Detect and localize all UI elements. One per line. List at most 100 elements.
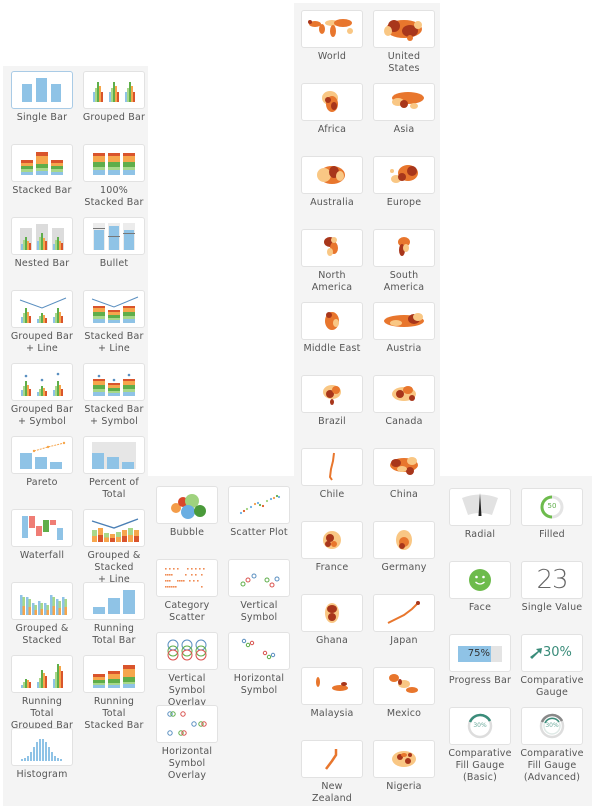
chart-type-face[interactable]: Face <box>444 561 516 614</box>
chart-type-label: Comparative Fill Gauge (Basic) <box>448 748 512 783</box>
chart-type-ghana[interactable]: Ghana <box>296 594 368 647</box>
chart-type-label: Nested Bar <box>14 258 70 269</box>
chart-type-label: Grouped & Stacked + Line <box>87 550 141 585</box>
chart-type-vertical-symbol-overlay[interactable]: Vertical Symbol Overlay <box>151 632 223 709</box>
chart-type-label: Stacked Bar + Symbol <box>84 404 144 427</box>
chart-type-percent-of-total[interactable]: Percent of Total <box>78 436 150 501</box>
histogram-icon <box>11 728 73 766</box>
chart-type-histogram[interactable]: Histogram <box>6 728 78 781</box>
chart-type-pareto[interactable]: Pareto <box>6 436 78 489</box>
comparative-fill-gauge-advanced-icon: 30% <box>521 707 583 745</box>
chart-type-bubble[interactable]: Bubble <box>151 486 223 539</box>
china-icon <box>373 448 435 486</box>
chart-type-label: Africa <box>317 124 347 135</box>
chart-type-label: Comparative Fill Gauge (Advanced) <box>520 748 584 783</box>
chart-type-running-total-stacked-bar[interactable]: Running Total Stacked Bar <box>78 655 150 732</box>
stacked-bar-line-icon <box>83 290 145 328</box>
chart-type-japan[interactable]: Japan <box>368 594 440 647</box>
grouped-bar-line-icon <box>11 290 73 328</box>
chart-type-label: Filled <box>539 529 565 540</box>
chart-type-malaysia[interactable]: Malaysia <box>296 667 368 720</box>
chart-type-progress-bar[interactable]: 75% Progress Bar <box>444 634 516 687</box>
chart-type-radial[interactable]: Radial <box>444 488 516 541</box>
chart-type-comparative-fill-gauge-basic[interactable]: 30% Comparative Fill Gauge (Basic) <box>444 707 516 784</box>
stacked-bar-icon <box>11 144 73 182</box>
nested-bar-icon <box>11 217 73 255</box>
chart-type-china[interactable]: China <box>368 448 440 501</box>
chart-type-waterfall[interactable]: Waterfall <box>6 509 78 562</box>
chart-type-canada[interactable]: Canada <box>368 375 440 428</box>
chart-type-filled[interactable]: 50 Filled <box>516 488 588 541</box>
map-chart-panel: World United States Africa Asia Australia Eur… <box>294 3 440 806</box>
progress-bar-value: 75% <box>467 648 490 659</box>
chart-type-grouped-bar-symbol[interactable]: Grouped Bar + Symbol <box>6 363 78 428</box>
chart-type-horizontal-symbol-overlay[interactable]: Horizontal Symbol Overlay <box>151 705 223 782</box>
chart-type-france[interactable]: France <box>296 521 368 574</box>
chile-icon <box>301 448 363 486</box>
chart-type-label: Progress Bar <box>448 675 512 686</box>
asia-icon <box>373 83 435 121</box>
chart-type-grouped-stacked[interactable]: Grouped & Stacked <box>6 582 78 647</box>
chart-type-single-bar[interactable]: Single Bar <box>6 71 78 124</box>
nigeria-icon <box>373 740 435 778</box>
chart-type-austria[interactable]: Austria <box>368 302 440 355</box>
chart-type-europe[interactable]: Europe <box>368 156 440 209</box>
chart-type-australia[interactable]: Australia <box>296 156 368 209</box>
mexico-icon <box>373 667 435 705</box>
chart-type-label: Middle East <box>303 343 361 354</box>
chart-type-stacked-bar[interactable]: Stacked Bar <box>6 144 78 197</box>
chart-type-vertical-symbol[interactable]: Vertical Symbol <box>223 559 295 624</box>
single-value-icon: 23 <box>521 561 583 599</box>
chart-type-new-zealand[interactable]: New Zealand <box>296 740 368 805</box>
chart-type-comparative-gauge[interactable]: 30% Comparative Gauge <box>516 634 588 699</box>
world-icon <box>301 10 363 48</box>
chart-type-middle-east[interactable]: Middle East <box>296 302 368 355</box>
chart-type-running-total-grouped-bar[interactable]: Running Total Grouped Bar <box>6 655 78 732</box>
brazil-icon <box>301 375 363 413</box>
chart-type-label: Malaysia <box>310 708 354 719</box>
chart-type-label: Vertical Symbol <box>240 600 278 623</box>
chart-type-stacked-bar-line[interactable]: Stacked Bar + Line <box>78 290 150 355</box>
chart-type-africa[interactable]: Africa <box>296 83 368 136</box>
chart-type-united-states[interactable]: United States <box>368 10 440 75</box>
chart-type-mexico[interactable]: Mexico <box>368 667 440 720</box>
europe-icon <box>373 156 435 194</box>
chart-type-comparative-fill-gauge-advanced[interactable]: 30% Comparative Fill Gauge (Advanced) <box>516 707 588 784</box>
chart-type-world[interactable]: World <box>296 10 368 63</box>
chart-type-grouped-stacked-line[interactable]: Grouped & Stacked + Line <box>78 509 150 586</box>
chart-type-label: Single Value <box>521 602 583 613</box>
france-icon <box>301 521 363 559</box>
chart-type-single-value[interactable]: 23 Single Value <box>516 561 588 614</box>
chart-type-south-america[interactable]: South America <box>368 229 440 294</box>
chart-type-asia[interactable]: Asia <box>368 83 440 136</box>
chart-type-germany[interactable]: Germany <box>368 521 440 574</box>
chart-type-nigeria[interactable]: Nigeria <box>368 740 440 793</box>
chart-type-grouped-bar-line[interactable]: Grouped Bar + Line <box>6 290 78 355</box>
chart-type-label: Category Scatter <box>164 600 210 623</box>
chart-type-100-stacked-bar[interactable]: 100% Stacked Bar <box>78 144 150 209</box>
chart-type-grouped-bar[interactable]: Grouped Bar <box>78 71 150 124</box>
chart-type-label: Grouped & Stacked <box>15 623 69 646</box>
chart-type-category-scatter[interactable]: Category Scatter <box>151 559 223 624</box>
chart-type-running-total-bar[interactable]: Running Total Bar <box>78 582 150 647</box>
filled-value: 50 <box>547 502 557 510</box>
chart-type-label: North America <box>311 270 353 293</box>
chart-type-bullet[interactable]: Bullet <box>78 217 150 270</box>
malaysia-icon <box>301 667 363 705</box>
percent-of-total-icon <box>83 436 145 474</box>
chart-type-brazil[interactable]: Brazil <box>296 375 368 428</box>
chart-type-chile[interactable]: Chile <box>296 448 368 501</box>
chart-type-nested-bar[interactable]: Nested Bar <box>6 217 78 270</box>
horizontal-symbol-icon <box>228 632 290 670</box>
chart-type-horizontal-symbol[interactable]: Horizontal Symbol <box>223 632 295 697</box>
pareto-icon <box>11 436 73 474</box>
chart-type-label: Running Total Grouped Bar <box>10 696 74 731</box>
100-stacked-bar-icon <box>83 144 145 182</box>
chart-type-stacked-bar-symbol[interactable]: Stacked Bar + Symbol <box>78 363 150 428</box>
chart-type-north-america[interactable]: North America <box>296 229 368 294</box>
chart-type-label: Face <box>468 602 492 613</box>
chart-type-label: Australia <box>310 197 354 208</box>
chart-type-scatter-plot[interactable]: Scatter Plot <box>223 486 295 539</box>
vertical-symbol-icon <box>228 559 290 597</box>
chart-type-label: New Zealand <box>311 781 353 804</box>
